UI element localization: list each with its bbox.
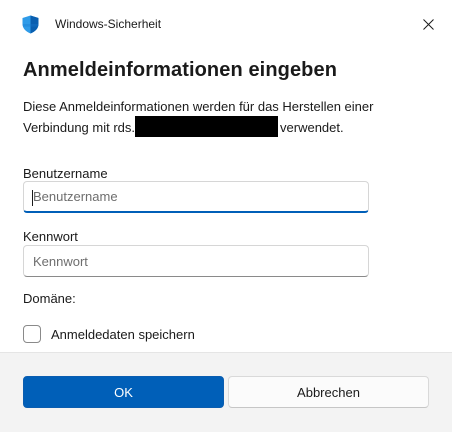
dialog-description: Diese Anmeldeinformationen werden für da… [23, 97, 423, 137]
remember-credentials-checkbox[interactable] [23, 325, 41, 343]
text-caret [32, 190, 33, 206]
password-input[interactable] [23, 245, 369, 277]
remember-credentials-row[interactable]: Anmeldedaten speichern [23, 324, 195, 344]
description-text-end: verwendet. [280, 120, 344, 135]
dialog-heading: Anmeldeinformationen eingeben [23, 59, 338, 81]
close-icon [422, 18, 434, 30]
cancel-button[interactable]: Abbrechen [228, 376, 429, 408]
shield-icon [22, 15, 39, 34]
close-button[interactable] [412, 10, 444, 38]
title-bar[interactable]: Windows-Sicherheit [0, 0, 452, 48]
username-input[interactable] [23, 181, 369, 213]
username-label: Benutzername [23, 166, 108, 181]
password-label: Kennwort [23, 229, 78, 244]
app-title: Windows-Sicherheit [55, 17, 162, 31]
domain-label: Domäne: [23, 291, 76, 306]
remember-credentials-label[interactable]: Anmeldedaten speichern [51, 327, 195, 342]
dialog-footer: OK Abbrechen [0, 352, 452, 432]
redacted-hostname [135, 116, 279, 137]
credential-dialog: Windows-Sicherheit Anmeldeinformationen … [0, 0, 452, 432]
ok-button[interactable]: OK [23, 376, 224, 408]
